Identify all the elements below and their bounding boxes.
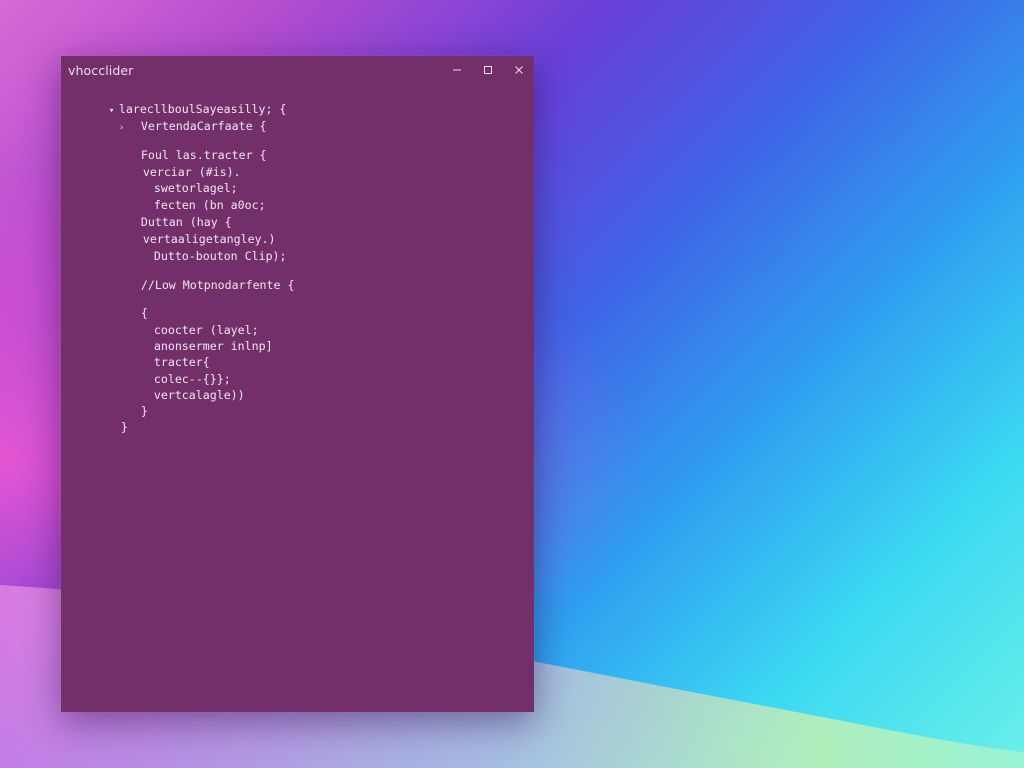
- code-line: › VertendaCarfaate {: [77, 105, 267, 133]
- code-line-text: Dutto-bouton Clip);: [153, 249, 287, 263]
- code-line: colec--{}};: [112, 358, 231, 386]
- maximize-button[interactable]: [472, 56, 503, 84]
- code-line: anonsermer inlnp]: [112, 325, 273, 353]
- title-bar[interactable]: vhocclider: [61, 56, 534, 84]
- code-line: Duttan (hay {: [99, 201, 232, 229]
- code-editor-window[interactable]: vhocclider ▾ larecllboulSayeasilly; {› …: [61, 56, 534, 712]
- code-line: vertaaligetangley.): [101, 218, 276, 246]
- maximize-icon: [483, 66, 492, 74]
- window-controls: [441, 56, 534, 84]
- code-area[interactable]: ▾ larecllboulSayeasilly; { › VertendaCarfa…: [67, 88, 528, 706]
- code-line-text: VertendaCarfaate {: [140, 119, 267, 133]
- code-line: fecten (bn a0oc;: [112, 184, 266, 212]
- code-line-text: }: [120, 420, 128, 434]
- code-line: //Low Motpnodarfente {: [99, 264, 295, 292]
- code-line-text: }: [140, 404, 148, 418]
- code-line: Foul las.tracter {: [99, 134, 267, 162]
- fold-collapsed-icon[interactable]: ›: [119, 121, 141, 135]
- code-line-text: //Low Motpnodarfente {: [140, 278, 295, 292]
- minimize-button[interactable]: [441, 56, 472, 84]
- code-line: }: [79, 406, 128, 434]
- window-title: vhocclider: [68, 62, 134, 78]
- minimize-icon: [452, 69, 461, 71]
- close-button[interactable]: [503, 56, 534, 84]
- code-line: tracter{: [112, 341, 210, 369]
- code-line-text: vertcalagle)): [153, 388, 245, 402]
- code-line: coocter (layel;: [112, 309, 259, 337]
- code-line: }: [99, 390, 148, 418]
- close-icon: [514, 66, 523, 74]
- code-line: vertcalagle)): [112, 374, 245, 402]
- code-line: {: [99, 292, 148, 320]
- code-line: ▾ larecllboulSayeasilly; {: [67, 88, 287, 116]
- code-line: Dutto-bouton Clip);: [112, 235, 287, 263]
- code-line: swetorlagel;: [112, 167, 238, 195]
- code-line: verciar (#is).: [101, 151, 241, 179]
